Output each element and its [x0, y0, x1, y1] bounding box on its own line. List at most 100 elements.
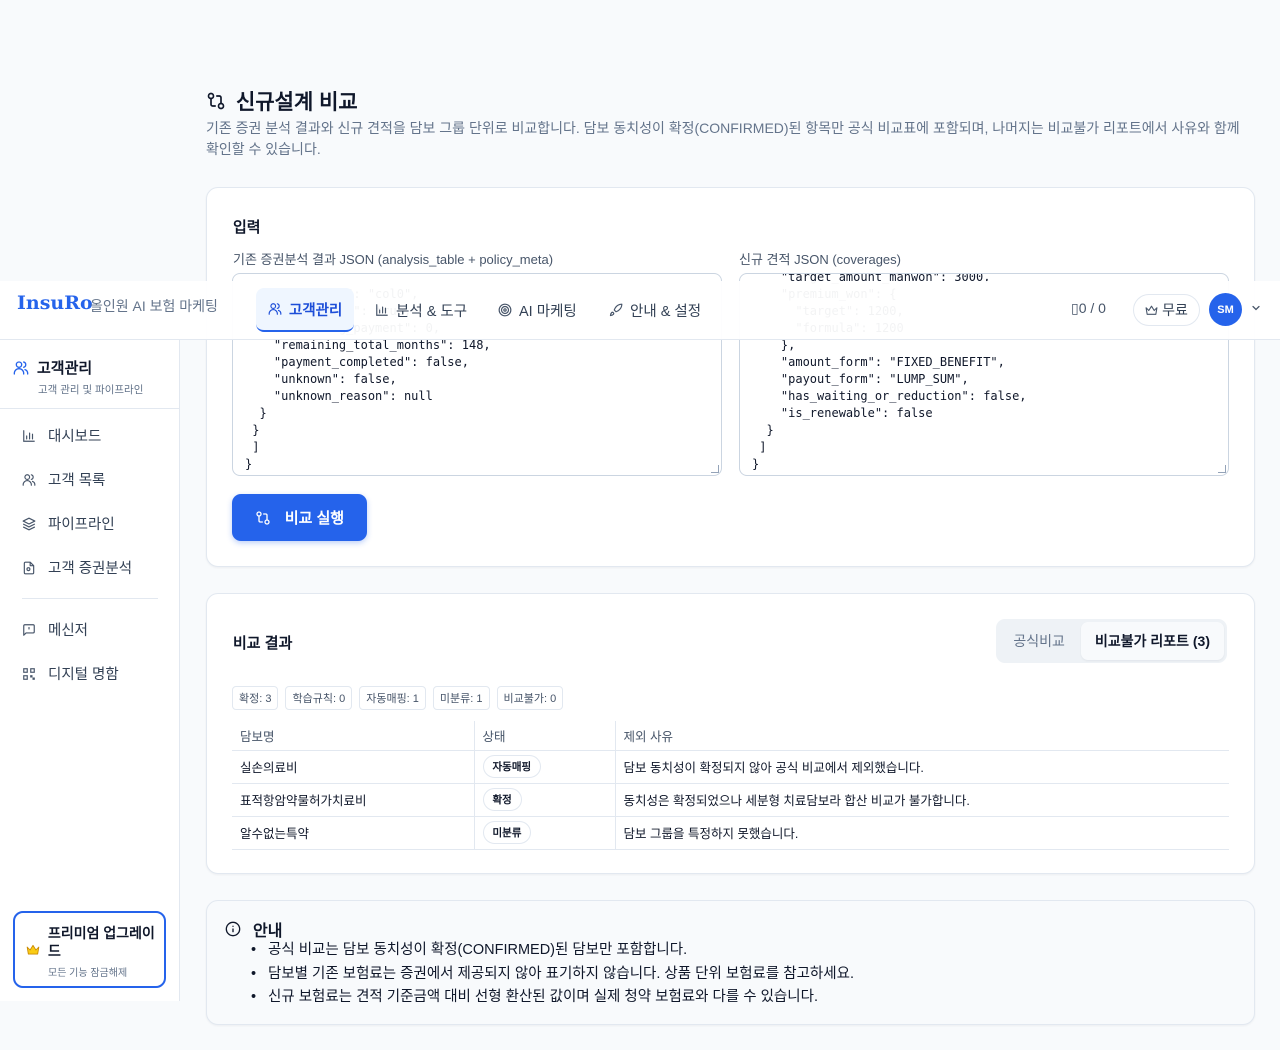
nav-label: 분석 & 도구: [396, 303, 468, 320]
sidebar-item-label: 고객 목록: [48, 473, 106, 489]
qr-code-icon: [23, 667, 35, 680]
bar-chart-icon: [23, 429, 35, 442]
col-exclusion-reason: 제외 사유: [614, 721, 1229, 751]
sidebar-item-label: 디지털 명함: [48, 667, 119, 683]
sidebar-item-dashboard[interactable]: 대시보드: [22, 425, 101, 446]
sidebar-section-subtitle: 고객 관리 및 파이프라인: [38, 384, 144, 396]
status-badge: 미분류: [482, 821, 532, 844]
sidebar: 고객관리 고객 관리 및 파이프라인 대시보드 고객 목록 파이프라인 고객 증…: [0, 340, 180, 1001]
table-row: 알수없는특약 미분류 담보 그룹을 특정하지 못했습니다.: [232, 816, 1229, 850]
table-header: 담보명 상태 제외 사유: [232, 721, 1229, 751]
status-badge: 자동매핑: [482, 755, 542, 778]
premium-upgrade-button[interactable]: 프리미엄 업그레이드 모든 기능 잠금해제: [13, 911, 166, 988]
usage-counter: ▯0 / 0: [1071, 300, 1106, 317]
chip-auto-mapped: 자동매핑: 1: [359, 686, 426, 710]
plan-label: 무료: [1162, 302, 1188, 318]
users-icon: [22, 473, 36, 486]
chip-learned-rule: 학습규칙: 0: [285, 686, 353, 710]
users-icon: [268, 303, 282, 315]
resize-handle[interactable]: [1218, 465, 1226, 473]
plan-badge[interactable]: 무료: [1133, 294, 1200, 326]
nav-guide-settings[interactable]: 안내 & 설정: [597, 288, 713, 332]
sidebar-separator: [22, 598, 158, 599]
coverage-name: 표적항암약물허가치료비: [232, 783, 474, 817]
nav-analysis-tools[interactable]: 분석 & 도구: [363, 288, 479, 332]
bar-chart-icon: [376, 304, 388, 316]
status-cell: 확정: [473, 783, 615, 817]
result-card: 비교 결과 공식비교 비교불가 리포트 (3) 확정: 3 학습규칙: 0 자동…: [206, 593, 1255, 874]
table-row: 실손의료비 자동매핑 담보 동치성이 확정되지 않아 공식 비교에서 제외했습니…: [232, 750, 1229, 784]
counter-value: 0 / 0: [1078, 300, 1106, 316]
layers-icon: [22, 517, 36, 530]
sidebar-item-label: 대시보드: [48, 429, 102, 445]
status-cell: 미분류: [473, 816, 615, 850]
coverage-name: 실손의료비: [232, 750, 474, 784]
info-item: 담보별 기존 보험료는 증권에서 제공되지 않아 표기하지 않습니다. 상품 단…: [253, 963, 854, 987]
info-title-text: 안내: [253, 923, 283, 940]
page-description: 기존 증권 분석 결과와 신규 견적을 담보 그룹 단위로 비교합니다. 담보 …: [206, 120, 1240, 157]
summary-chips: 확정: 3 학습규칙: 0 자동매핑: 1 미분류: 1 비교불가: 0: [232, 686, 564, 710]
exclusion-reason: 담보 동치성이 확정되지 않아 공식 비교에서 제외했습니다.: [614, 750, 1229, 784]
nav-ai-marketing[interactable]: AI 마케팅: [486, 288, 589, 332]
status-badge: 확정: [482, 788, 522, 811]
brand-logo[interactable]: InsuRo: [17, 292, 93, 314]
sidebar-item-pipeline[interactable]: 파이프라인: [22, 513, 115, 534]
info-item: 공식 비교는 담보 동치성이 확정(CONFIRMED)된 담보만 포함합니다.: [253, 939, 854, 963]
chip-unclassified: 미분류: 1: [432, 686, 490, 710]
counter-icon: ▯: [1071, 300, 1079, 316]
sidebar-item-label: 파이프라인: [48, 517, 115, 533]
rocket-icon: [609, 303, 623, 317]
sidebar-item-label: 메신저: [48, 623, 89, 639]
sidebar-item-label: 고객 증권분석: [48, 561, 133, 577]
git-compare-icon: [207, 92, 225, 110]
incomparable-table: 담보명 상태 제외 사유 실손의료비 자동매핑 담보 동치성이 확정되지 않아 …: [232, 721, 1229, 850]
info-icon: [225, 921, 241, 937]
message-icon: [23, 623, 35, 636]
page-title-text: 신규설계 비교: [236, 91, 358, 114]
result-tabs: 공식비교 비교불가 리포트 (3): [996, 619, 1227, 663]
info-item: 신규 보험료는 견적 기준금액 대비 선형 환산된 값이며 실제 청약 보험료와…: [253, 986, 854, 1010]
page-title: 신규설계 비교: [206, 86, 358, 116]
nav-label: AI 마케팅: [519, 303, 577, 320]
crown-icon: [1145, 305, 1158, 315]
brand-tagline: 올인원 AI 보험 마케팅: [90, 298, 218, 314]
sidebar-section-title: 고객관리: [13, 357, 92, 378]
coverage-name: 알수없는특약: [232, 816, 474, 850]
nav-label: 안내 & 설정: [630, 303, 702, 320]
chip-confirmed: 확정: 3: [232, 686, 279, 710]
info-list: 공식 비교는 담보 동치성이 확정(CONFIRMED)된 담보만 포함합니다.…: [253, 939, 854, 1010]
users-icon: [13, 360, 29, 375]
tab-official-compare[interactable]: 공식비교: [999, 622, 1079, 660]
col-coverage-name: 담보명: [232, 721, 474, 751]
nav-customer-management[interactable]: 고객관리: [256, 288, 355, 332]
input-card-title: 입력: [233, 219, 261, 236]
git-compare-icon: [256, 510, 270, 525]
user-avatar[interactable]: SM: [1209, 293, 1242, 326]
run-compare-button[interactable]: 비교 실행: [232, 494, 367, 541]
file-scan-icon: [23, 561, 35, 574]
sidebar-item-messenger[interactable]: 메신저: [22, 619, 88, 640]
exclusion-reason: 동치성은 확정되었으나 세분형 치료담보라 합산 비교가 불가합니다.: [614, 783, 1229, 817]
target-icon: [498, 303, 512, 317]
existing-json-label: 기존 증권분석 결과 JSON (analysis_table + policy…: [233, 252, 554, 267]
premium-subtitle: 모든 기능 잠금해제: [48, 968, 128, 979]
sidebar-item-policy-analysis[interactable]: 고객 증권분석: [22, 557, 132, 578]
exclusion-reason: 담보 그룹을 특정하지 못했습니다.: [614, 816, 1229, 850]
resize-handle[interactable]: [711, 465, 719, 473]
sidebar-item-digital-card[interactable]: 디지털 명함: [22, 663, 119, 684]
run-compare-label: 비교 실행: [284, 510, 345, 527]
result-card-title: 비교 결과: [233, 635, 293, 652]
input-card: 입력 기존 증권분석 결과 JSON (analysis_table + pol…: [206, 187, 1255, 567]
top-navigation: InsuRo 올인원 AI 보험 마케팅 고객관리 분석 & 도구 AI 마케팅…: [0, 281, 1280, 340]
new-quote-json-label: 신규 견적 JSON (coverages): [739, 252, 901, 267]
sidebar-section-label: 고객관리: [37, 360, 93, 377]
info-card: 안내 공식 비교는 담보 동치성이 확정(CONFIRMED)된 담보만 포함합…: [206, 900, 1255, 1025]
info-title: 안내: [225, 917, 282, 941]
tab-incomparable-report[interactable]: 비교불가 리포트 (3): [1080, 622, 1224, 660]
chevron-down-icon[interactable]: [1250, 302, 1262, 314]
col-status: 상태: [473, 721, 615, 751]
table-row: 표적항암약물허가치료비 확정 동치성은 확정되었으나 세분형 치료담보라 합산 …: [232, 783, 1229, 817]
status-cell: 자동매핑: [473, 750, 615, 784]
nav-label: 고객관리: [289, 302, 343, 319]
sidebar-item-customer-list[interactable]: 고객 목록: [22, 469, 105, 490]
